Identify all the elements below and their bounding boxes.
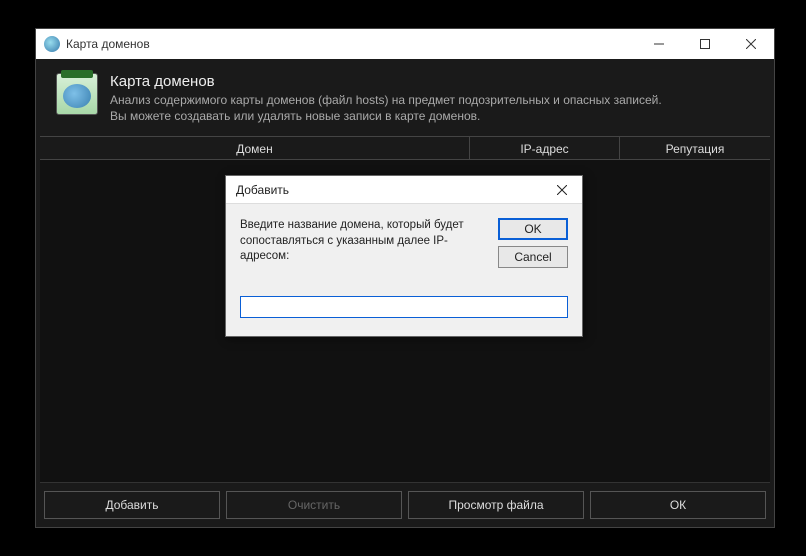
app-icon xyxy=(44,36,60,52)
page-subtitle-1: Анализ содержимого карты доменов (файл h… xyxy=(110,92,662,108)
footer: Добавить Очистить Просмотр файла ОК xyxy=(36,483,774,527)
column-ip[interactable]: IP-адрес xyxy=(470,137,620,159)
view-file-button[interactable]: Просмотр файла xyxy=(408,491,584,519)
dialog-body: Введите название домена, который будет с… xyxy=(226,204,582,336)
page-subtitle-2: Вы можете создавать или удалять новые за… xyxy=(110,108,662,124)
header: Карта доменов Анализ содержимого карты д… xyxy=(36,59,774,136)
table-header: Домен IP-адрес Репутация xyxy=(40,136,770,160)
dialog-buttons: OK Cancel xyxy=(498,218,568,268)
minimize-button[interactable] xyxy=(636,29,682,59)
dialog-titlebar: Добавить xyxy=(226,176,582,204)
column-reputation[interactable]: Репутация xyxy=(620,137,770,159)
ok-button[interactable]: ОК xyxy=(590,491,766,519)
titlebar-left: Карта доменов xyxy=(44,36,150,52)
maximize-button[interactable] xyxy=(682,29,728,59)
close-icon xyxy=(746,39,756,49)
close-button[interactable] xyxy=(728,29,774,59)
dialog-message: Введите название домена, который будет с… xyxy=(240,218,486,265)
column-domain[interactable]: Домен xyxy=(40,137,470,159)
page-title: Карта доменов xyxy=(110,73,662,90)
dialog-close-button[interactable] xyxy=(542,176,582,203)
close-icon xyxy=(557,185,567,195)
header-text: Карта доменов Анализ содержимого карты д… xyxy=(110,73,662,124)
domain-input[interactable] xyxy=(240,296,568,318)
window-controls xyxy=(636,29,774,59)
minimize-icon xyxy=(654,39,664,49)
titlebar: Карта доменов xyxy=(36,29,774,59)
dialog-cancel-button[interactable]: Cancel xyxy=(498,246,568,268)
add-dialog: Добавить Введите название домена, которы… xyxy=(225,175,583,337)
maximize-icon xyxy=(700,39,710,49)
dialog-title: Добавить xyxy=(236,183,289,197)
clear-button[interactable]: Очистить xyxy=(226,491,402,519)
window-title: Карта доменов xyxy=(66,37,150,51)
dialog-row: Введите название домена, который будет с… xyxy=(240,218,568,268)
globe-www-icon xyxy=(56,73,98,115)
dialog-ok-button[interactable]: OK xyxy=(498,218,568,240)
add-button[interactable]: Добавить xyxy=(44,491,220,519)
